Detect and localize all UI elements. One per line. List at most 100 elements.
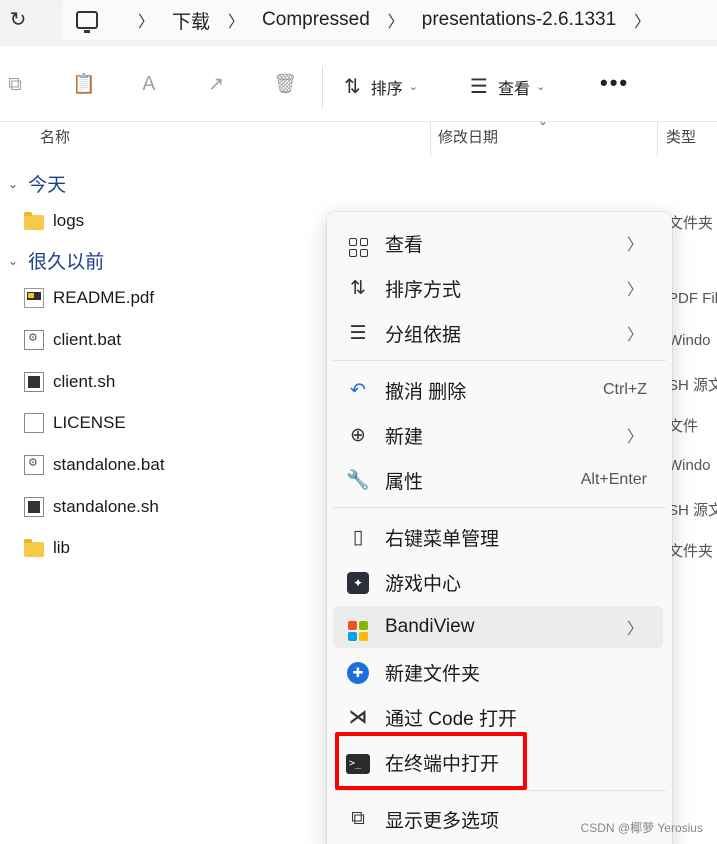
sort-icon: ⇅ <box>350 277 366 299</box>
sort-icon: ⇅ <box>344 76 361 98</box>
menu-item-bandiview[interactable]: BandiView 〉 <box>333 606 663 648</box>
file-type: SH 源文 <box>668 502 717 519</box>
chevron-right-icon: 〉 <box>626 327 643 344</box>
bat-icon <box>24 455 44 475</box>
highlight-box <box>335 732 527 790</box>
menu-item-undo-delete[interactable]: ↶ 撤消 删除 Ctrl+Z <box>333 369 663 411</box>
file-type: 文件夹 <box>668 543 714 560</box>
chevron-right-icon: 〉 <box>626 282 643 299</box>
folder-icon <box>24 212 44 230</box>
menu-separator <box>333 507 666 508</box>
chevron-down-icon[interactable]: ⌄ <box>8 177 18 191</box>
file-type: 文件夹 <box>668 215 714 232</box>
menu-item-label: 排序方式 <box>385 279 462 301</box>
chevron-right-icon: 〉 <box>626 621 643 638</box>
breadcrumb[interactable]: 〉 下载 〉 Compressed 〉 presentations-2.6.13… <box>62 0 717 40</box>
folder-icon <box>24 539 44 557</box>
column-header-name[interactable]: 名称 <box>40 126 70 152</box>
pdf-icon <box>24 288 44 308</box>
delete-icon[interactable]: 🗑 <box>273 74 297 96</box>
plus-circle-icon: ⊕ <box>350 424 366 446</box>
file-row[interactable]: standalone.bat <box>24 453 165 477</box>
watermark: CSDN @椰萝 Yerosius <box>580 821 703 835</box>
file-row[interactable]: lib <box>24 536 70 560</box>
column-header-type[interactable]: 类型 <box>666 126 696 152</box>
bandiview-icon <box>345 614 371 641</box>
file-row[interactable]: LICENSE <box>24 411 126 435</box>
menu-item-group-by[interactable]: ☰ 分组依据 〉 <box>333 312 663 354</box>
chevron-right-icon: 〉 <box>387 14 404 31</box>
menu-item-context-manager[interactable]: ▯ 右键菜单管理 <box>333 516 663 558</box>
sort-caret-icon: ⌄ <box>538 114 549 128</box>
file-row[interactable]: logs <box>24 209 84 233</box>
column-divider[interactable] <box>430 122 431 156</box>
breadcrumb-presentations[interactable]: presentations-2.6.1331 <box>422 9 616 31</box>
file-type: PDF Fil <box>668 290 717 307</box>
group-today[interactable]: ⌄ 今天 <box>8 170 66 197</box>
view-lines-icon: ☰ <box>470 76 488 98</box>
file-name: client.bat <box>53 330 122 349</box>
paste-icon[interactable]: 📋 <box>72 74 96 96</box>
chevron-right-icon: 〉 <box>626 237 643 254</box>
undo-icon: ↶ <box>350 379 366 401</box>
file-row[interactable]: standalone.sh <box>24 495 159 519</box>
new-folder-icon: ✚ <box>345 661 371 684</box>
grid-icon <box>345 230 371 257</box>
menu-item-label: 新建文件夹 <box>385 663 481 685</box>
menu-item-label: 显示更多选项 <box>385 810 500 832</box>
chevron-right-icon[interactable]: 〉 <box>634 8 650 32</box>
file-type: Windo <box>668 332 711 349</box>
group-long-ago[interactable]: ⌄ 很久以前 <box>8 247 104 274</box>
file-name: lib <box>53 538 71 557</box>
chevron-right-icon: 〉 <box>626 429 643 446</box>
menu-item-new-folder[interactable]: ✚ 新建文件夹 <box>333 651 663 693</box>
refresh-icon[interactable]: ↻ <box>4 6 32 34</box>
menu-separator <box>333 790 666 791</box>
copy-icon[interactable]: ⧉ <box>4 74 26 96</box>
menu-item-label: 属性 <box>385 471 424 493</box>
file-name: logs <box>53 211 85 230</box>
chevron-down-icon: ⌄ <box>408 81 418 93</box>
file-row[interactable]: client.sh <box>24 370 115 394</box>
share-icon[interactable]: ↗ <box>205 74 227 96</box>
chevron-down-icon[interactable]: ⌄ <box>8 254 18 268</box>
sort-button[interactable]: ⇅ 排序 ⌄ <box>344 74 418 99</box>
file-name: standalone.bat <box>53 455 165 474</box>
bat-icon <box>24 330 44 350</box>
column-divider[interactable] <box>657 122 658 156</box>
group-label: 今天 <box>28 175 67 196</box>
view-label: 查看 <box>497 80 530 98</box>
menu-item-label: 撤消 删除 <box>385 381 467 403</box>
file-row[interactable]: client.bat <box>24 328 121 352</box>
menu-item-game-center[interactable]: ✦ 游戏中心 <box>333 561 663 603</box>
rename-icon[interactable]: Ａ <box>138 74 160 96</box>
menu-item-label: 分组依据 <box>385 324 462 346</box>
view-button[interactable]: ☰ 查看 ⌄ <box>470 74 545 99</box>
breadcrumb-compressed[interactable]: Compressed <box>262 9 370 31</box>
menu-item-label: 新建 <box>385 426 424 448</box>
address-bar: ↻ 〉 下载 〉 Compressed 〉 presentations-2.6.… <box>0 0 717 46</box>
menu-separator <box>333 360 666 361</box>
command-bar: ⧉ 📋 Ａ ↗ 🗑 ⇅ 排序 ⌄ ☰ 查看 ⌄ ••• <box>0 52 717 122</box>
file-name: LICENSE <box>53 413 126 432</box>
menu-item-shortcut: Alt+Enter <box>580 471 647 488</box>
chevron-down-icon: ⌄ <box>535 81 546 93</box>
menu-item-label: BandiView <box>385 616 475 637</box>
group-icon: ☰ <box>349 322 367 344</box>
more-button[interactable]: ••• <box>600 70 629 96</box>
menu-item-properties[interactable]: 🔧 属性 Alt+Enter <box>333 459 663 501</box>
menu-item-label: 右键菜单管理 <box>385 528 500 550</box>
vscode-icon: ⋊ <box>348 706 368 728</box>
game-center-icon: ✦ <box>345 571 371 594</box>
file-row[interactable]: README.pdf <box>24 286 154 310</box>
menu-item-view[interactable]: 查看 〉 <box>333 222 663 264</box>
menu-item-new[interactable]: ⊕ 新建 〉 <box>333 414 663 456</box>
file-name: client.sh <box>53 372 116 391</box>
this-pc-icon[interactable] <box>76 11 98 33</box>
breadcrumb-downloads[interactable]: 下载 <box>172 7 210 34</box>
wrench-icon: 🔧 <box>346 470 370 491</box>
column-header-modified[interactable]: 修改日期 <box>438 126 498 152</box>
menu-item-sort-by[interactable]: ⇅ 排序方式 〉 <box>333 267 663 309</box>
sh-icon <box>24 497 44 517</box>
menu-item-label: 查看 <box>385 234 424 256</box>
